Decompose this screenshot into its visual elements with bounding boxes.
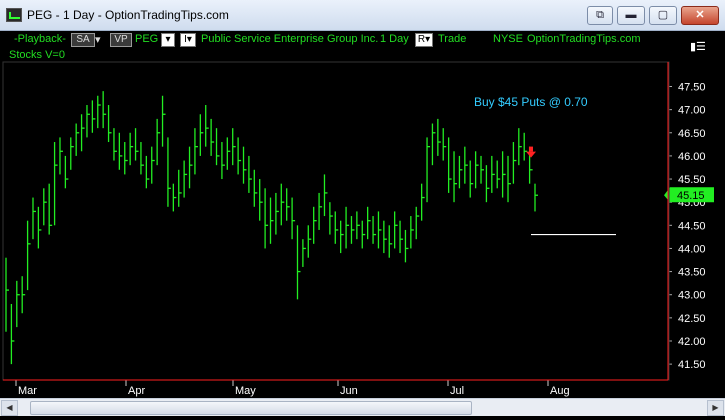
x-tick-label: May: [235, 385, 256, 397]
r-dropdown-icon[interactable]: R▾: [415, 33, 433, 47]
y-tick-label: 43.50: [678, 267, 706, 279]
site-label: OptionTradingTips.com: [527, 33, 641, 45]
symbol-label[interactable]: PEG: [135, 33, 158, 45]
y-tick-label: 43.00: [678, 290, 706, 302]
x-tick-label: Mar: [18, 385, 37, 397]
scroll-left-icon[interactable]: ◀: [1, 400, 18, 416]
company-name: Public Service Enterprise Group Inc.: [201, 33, 379, 45]
y-tick-label: 45.50: [678, 174, 706, 186]
y-tick-label: 42.00: [678, 336, 706, 348]
vp-button[interactable]: VP: [110, 33, 132, 47]
x-tick-label: Jun: [340, 385, 358, 397]
chart-toolbar: -Playback- SA ▾ VP PEG ▾ I▾ Public Servi…: [0, 31, 725, 48]
x-tick-label: Jul: [450, 385, 464, 397]
y-tick-label: 47.00: [678, 105, 706, 117]
title-bar[interactable]: PEG - 1 Day - OptionTradingTips.com ⧉ ▬ …: [0, 0, 725, 31]
ohlc-bars: [5, 91, 538, 365]
horizontal-scrollbar[interactable]: ◀ ▶: [0, 398, 725, 416]
x-tick-label: Aug: [550, 385, 570, 397]
exchange-label: NYSE: [493, 33, 523, 45]
restore-layout-button[interactable]: ⧉: [587, 6, 613, 25]
interval-label[interactable]: 1 Day: [380, 33, 409, 45]
y-tick-label: 41.50: [678, 359, 706, 371]
chart-window: PEG - 1 Day - OptionTradingTips.com ⧉ ▬ …: [0, 0, 725, 420]
chart-app-icon: [6, 8, 22, 22]
y-tick-label: 44.50: [678, 220, 706, 232]
x-tick-label: Apr: [128, 385, 145, 397]
scroll-right-icon[interactable]: ▶: [707, 400, 724, 416]
down-arrow-icon: [529, 146, 533, 152]
scroll-thumb[interactable]: [30, 401, 472, 415]
sa-dropdown-icon[interactable]: ▾: [95, 33, 101, 46]
y-tick-label: 47.50: [678, 82, 706, 94]
minimize-button[interactable]: ▬: [617, 6, 645, 25]
price-chart[interactable]: 47.5047.0046.5046.0045.5045.0044.5044.00…: [0, 60, 725, 398]
indicator-dropdown-icon[interactable]: I▾: [180, 33, 196, 47]
y-tick-label: 44.00: [678, 243, 706, 255]
y-axis: 47.5047.0046.5046.0045.5045.0044.5044.00…: [668, 82, 706, 371]
panel-menu-icon[interactable]: ▮☰: [690, 40, 706, 53]
sa-button[interactable]: SA: [71, 33, 95, 47]
x-axis: Mar Apr May Jun Jul Aug: [15, 380, 570, 397]
down-arrow-head: [526, 151, 536, 158]
maximize-button[interactable]: ▢: [649, 6, 677, 25]
y-tick-label: 42.50: [678, 313, 706, 325]
last-price-label: 45.15: [677, 190, 705, 202]
trade-label[interactable]: Trade: [438, 33, 466, 45]
window-title: PEG - 1 Day - OptionTradingTips.com: [27, 8, 229, 22]
trade-annotation: Buy $45 Puts @ 0.70: [474, 95, 588, 109]
y-tick-label: 46.00: [678, 151, 706, 163]
close-button[interactable]: ✕: [681, 6, 719, 25]
symbol-dropdown-icon[interactable]: ▾: [161, 33, 175, 47]
playback-label[interactable]: -Playback-: [14, 33, 66, 45]
y-tick-label: 46.50: [678, 128, 706, 140]
